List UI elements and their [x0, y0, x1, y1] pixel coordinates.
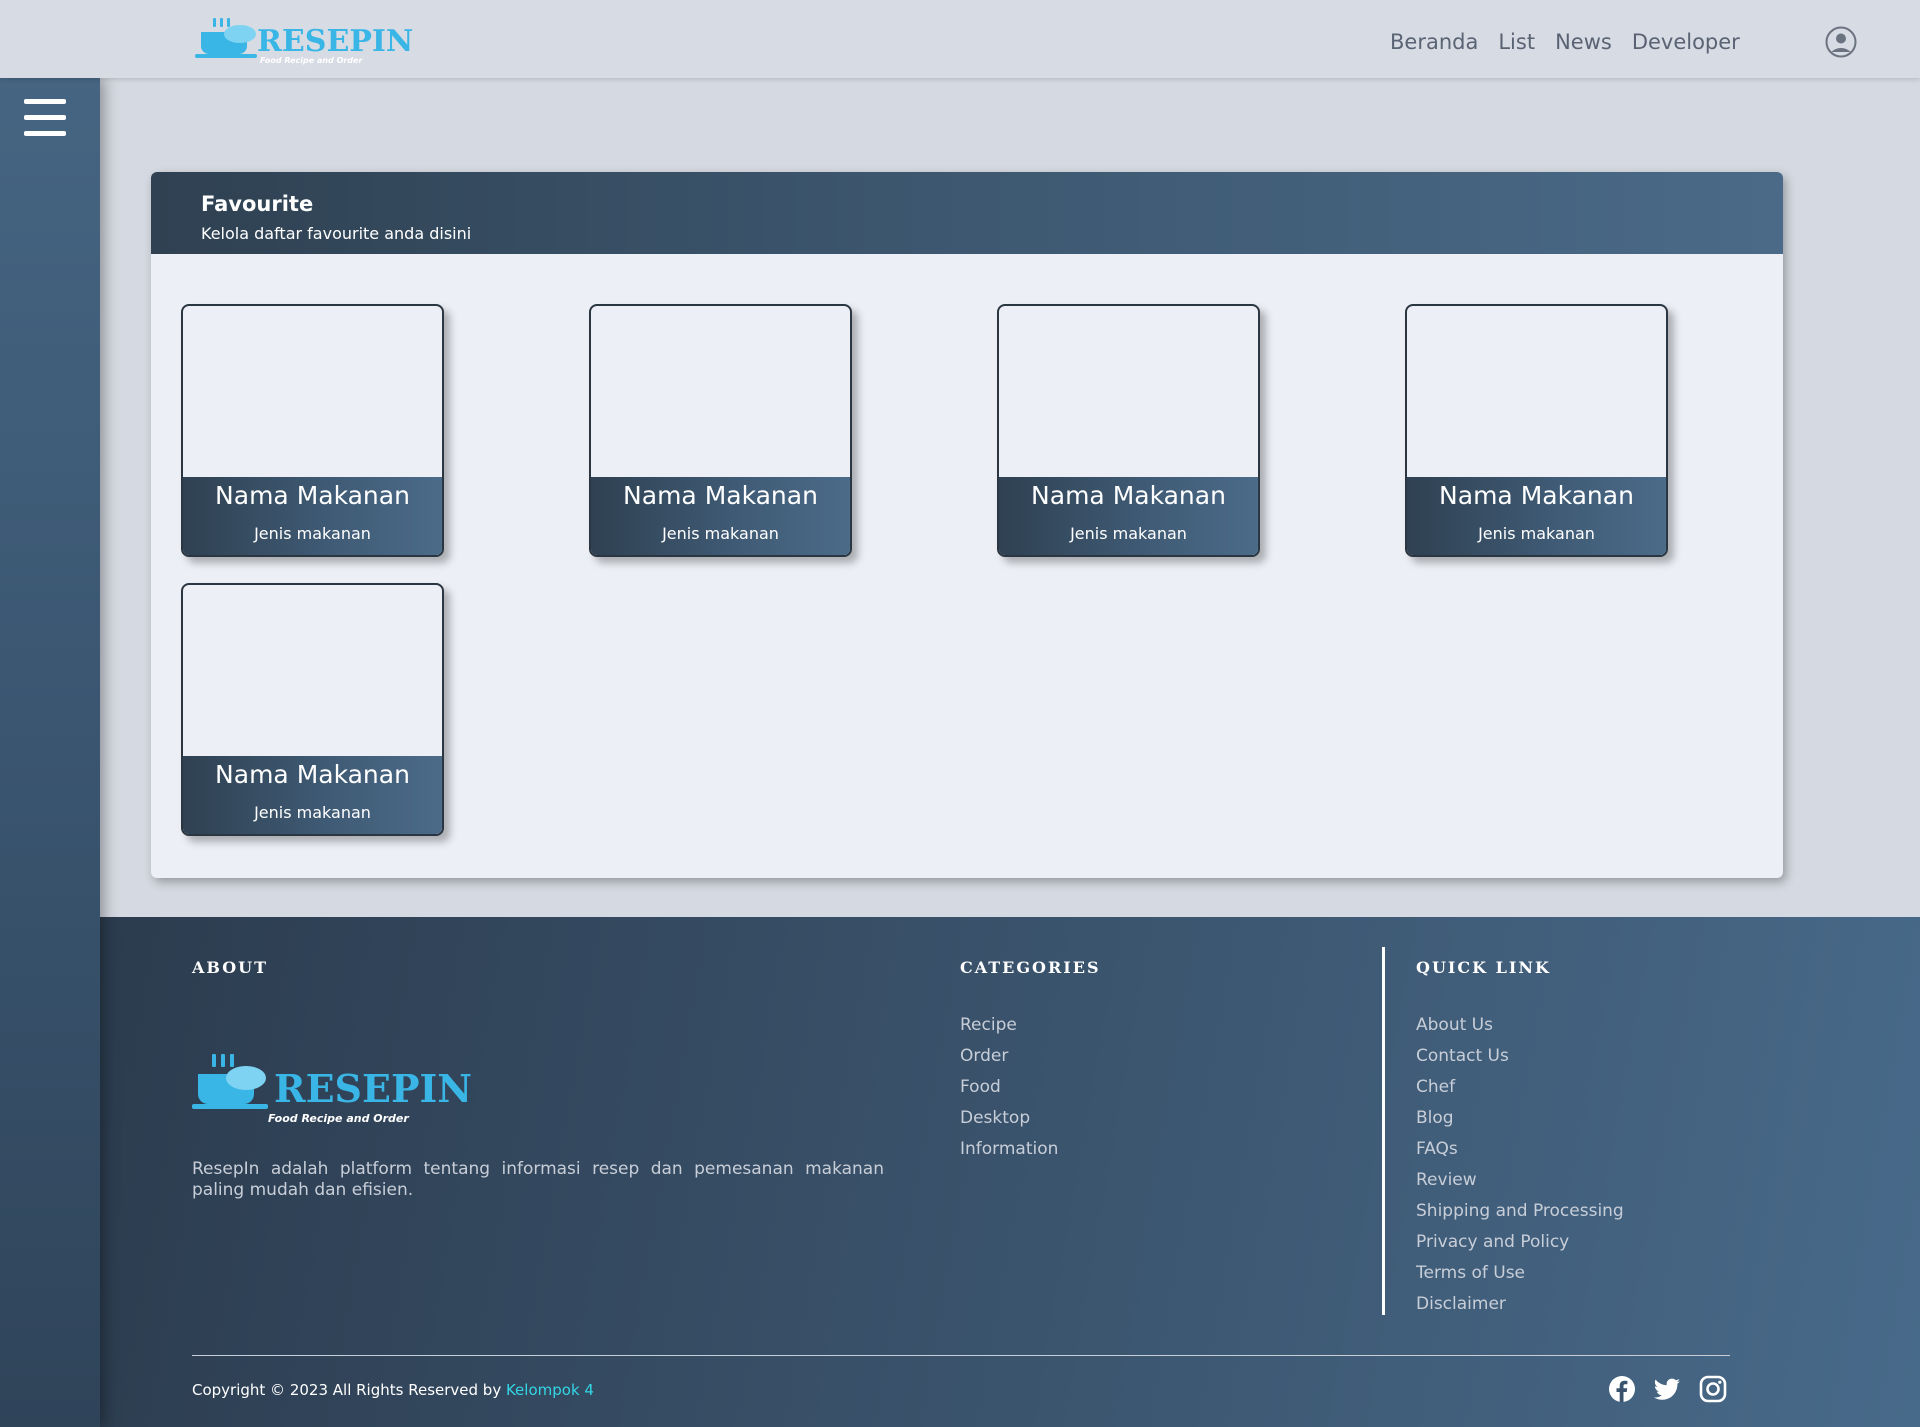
footer-category-link[interactable]: Desktop: [960, 1108, 1058, 1139]
card-footer: Nama Makanan Jenis makanan: [999, 477, 1258, 555]
nav-link-list[interactable]: List: [1498, 30, 1535, 54]
card-footer: Nama Makanan Jenis makanan: [1407, 477, 1666, 555]
resepin-logo[interactable]: RESEPIN Food Recipe and Order: [195, 14, 435, 66]
card-footer: Nama Makanan Jenis makanan: [183, 756, 442, 834]
card-image: [591, 306, 850, 477]
footer-rule: [192, 1355, 1730, 1356]
card-food-name: Nama Makanan: [1439, 481, 1634, 510]
favourite-card[interactable]: Nama Makanan Jenis makanan: [181, 304, 444, 557]
card-footer: Nama Makanan Jenis makanan: [183, 477, 442, 555]
favourite-card[interactable]: Nama Makanan Jenis makanan: [589, 304, 852, 557]
footer-categories-heading: CATEGORIES: [960, 958, 1101, 977]
footer-category-link[interactable]: Order: [960, 1046, 1058, 1077]
favourite-card[interactable]: Nama Makanan Jenis makanan: [1405, 304, 1668, 557]
hamburger-menu-icon[interactable]: [24, 99, 66, 137]
footer-logo-wordmark: RESEPIN: [274, 1066, 472, 1111]
footer-quick-link-heading: QUICK LINK: [1416, 958, 1551, 977]
card-food-name: Nama Makanan: [215, 760, 410, 789]
footer-category-link[interactable]: Food: [960, 1077, 1058, 1108]
nav-link-developer[interactable]: Developer: [1632, 30, 1740, 54]
card-food-type: Jenis makanan: [254, 803, 371, 822]
favourite-card[interactable]: Nama Makanan Jenis makanan: [997, 304, 1260, 557]
site-footer: ABOUT RESEPIN Food Recipe and Order Rese…: [100, 917, 1920, 1427]
footer-quick-link[interactable]: Contact Us: [1416, 1046, 1624, 1077]
panel-title: Favourite: [201, 192, 314, 216]
card-footer: Nama Makanan Jenis makanan: [591, 477, 850, 555]
svg-text:RESEPIN: RESEPIN: [257, 24, 413, 59]
footer-quick-link[interactable]: Privacy and Policy: [1416, 1232, 1624, 1263]
top-navbar: RESEPIN Food Recipe and Order Beranda Li…: [0, 0, 1920, 78]
footer-quick-link[interactable]: Disclaimer: [1416, 1294, 1624, 1325]
footer-quick-link[interactable]: About Us: [1416, 1015, 1624, 1046]
nav-link-beranda[interactable]: Beranda: [1390, 30, 1478, 54]
twitter-icon[interactable]: [1653, 1375, 1681, 1403]
user-profile-icon[interactable]: [1825, 26, 1857, 58]
card-image: [183, 585, 442, 756]
sidebar: [0, 78, 100, 1427]
footer-divider: [1382, 947, 1385, 1315]
favourite-card[interactable]: Nama Makanan Jenis makanan: [181, 583, 444, 836]
footer-quick-link[interactable]: FAQs: [1416, 1139, 1624, 1170]
footer-about-text: ResepIn adalah platform tentang informas…: [192, 1159, 884, 1200]
footer-category-link[interactable]: Information: [960, 1139, 1058, 1170]
footer-category-link[interactable]: Recipe: [960, 1015, 1058, 1046]
svg-text:Food Recipe and Order: Food Recipe and Order: [260, 56, 363, 65]
footer-quick-link[interactable]: Review: [1416, 1170, 1624, 1201]
card-image: [999, 306, 1258, 477]
card-image: [1407, 306, 1666, 477]
card-food-type: Jenis makanan: [1070, 524, 1187, 543]
footer-quick-link[interactable]: Chef: [1416, 1077, 1624, 1108]
footer-quick-link[interactable]: Shipping and Processing: [1416, 1201, 1624, 1232]
instagram-icon[interactable]: [1699, 1375, 1727, 1403]
card-image: [183, 306, 442, 477]
card-food-type: Jenis makanan: [662, 524, 779, 543]
facebook-icon[interactable]: [1608, 1375, 1636, 1403]
copyright-team-link[interactable]: Kelompok 4: [506, 1381, 594, 1399]
nav-link-news[interactable]: News: [1555, 30, 1612, 54]
card-food-name: Nama Makanan: [215, 481, 410, 510]
card-food-type: Jenis makanan: [254, 524, 371, 543]
footer-resepin-logo: RESEPIN Food Recipe and Order: [192, 1054, 472, 1125]
copyright-text: Copyright © 2023 All Rights Reserved by …: [192, 1381, 594, 1399]
card-food-type: Jenis makanan: [1478, 524, 1595, 543]
favourite-panel: Favourite Kelola daftar favourite anda d…: [151, 172, 1783, 878]
copyright-prefix: Copyright © 2023 All Rights Reserved by: [192, 1381, 506, 1399]
footer-quick-link[interactable]: Blog: [1416, 1108, 1624, 1139]
footer-quick-link[interactable]: Terms of Use: [1416, 1263, 1624, 1294]
footer-about-heading: ABOUT: [192, 958, 269, 977]
panel-subtitle: Kelola daftar favourite anda disini: [201, 224, 472, 243]
footer-categories-list: Recipe Order Food Desktop Information: [960, 1015, 1058, 1170]
footer-logo-tagline: Food Recipe and Order: [268, 1112, 409, 1125]
card-food-name: Nama Makanan: [1031, 481, 1226, 510]
nav-links: Beranda List News Developer: [1390, 30, 1760, 54]
footer-quick-link-list: About Us Contact Us Chef Blog FAQs Revie…: [1416, 1015, 1624, 1325]
panel-header: Favourite Kelola daftar favourite anda d…: [151, 172, 1783, 254]
card-food-name: Nama Makanan: [623, 481, 818, 510]
